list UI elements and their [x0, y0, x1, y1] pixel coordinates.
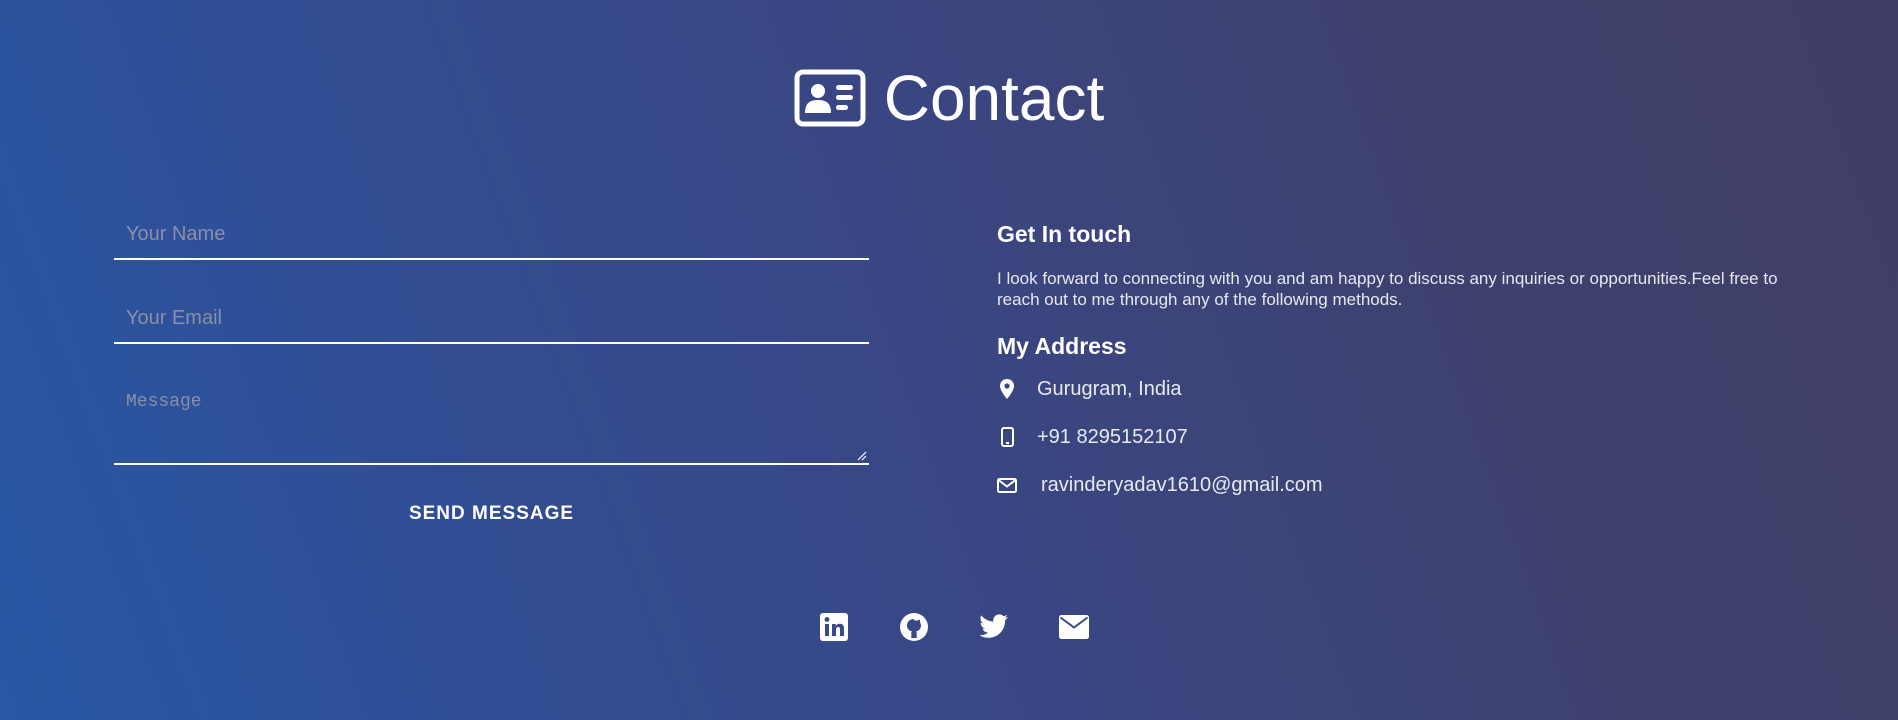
contact-item-email: ravinderyadav1610@gmail.com — [997, 472, 1817, 498]
address-heading: My Address — [997, 333, 1127, 359]
github-icon[interactable] — [899, 612, 929, 642]
email-field-wrapper — [114, 294, 869, 344]
email-text: ravinderyadav1610@gmail.com — [1041, 473, 1323, 496]
page-title: Contact — [0, 62, 1898, 134]
get-in-touch-heading: Get In touch — [997, 221, 1132, 247]
message-field-wrapper — [114, 378, 869, 465]
get-in-touch-panel: Get In touch I look forward to connectin… — [997, 220, 1817, 498]
name-field-wrapper — [114, 210, 869, 260]
name-input[interactable] — [114, 210, 869, 258]
twitter-icon[interactable] — [979, 612, 1009, 642]
mobile-phone-icon — [997, 426, 1017, 448]
page-title-text: Contact — [883, 62, 1105, 134]
linkedin-icon[interactable] — [819, 612, 849, 642]
send-message-button[interactable]: SEND MESSAGE — [409, 503, 574, 525]
contact-card-icon — [794, 69, 866, 127]
location-text: Gurugram, India — [1037, 377, 1182, 400]
email-input[interactable] — [114, 294, 869, 342]
contact-form: SEND MESSAGE — [114, 210, 869, 525]
mail-icon[interactable] — [1059, 612, 1089, 642]
social-links — [0, 612, 1898, 642]
resize-handle-icon[interactable] — [857, 451, 867, 461]
location-pin-icon — [997, 378, 1017, 400]
envelope-icon — [997, 474, 1017, 496]
phone-text: +91 8295152107 — [1037, 425, 1188, 448]
intro-text: I look forward to connecting with you an… — [997, 269, 1778, 309]
contact-item-location: Gurugram, India — [997, 376, 1817, 402]
contact-item-phone: +91 8295152107 — [997, 424, 1817, 450]
message-textarea[interactable] — [114, 378, 869, 458]
